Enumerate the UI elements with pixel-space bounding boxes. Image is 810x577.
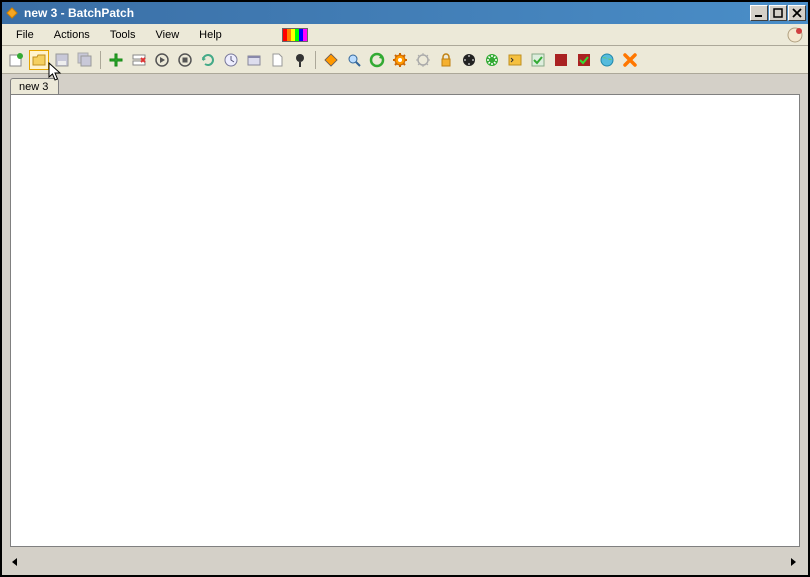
app-icon [4,5,20,21]
add-icon[interactable] [106,50,126,70]
menu-actions[interactable]: Actions [44,26,100,44]
gear-icon[interactable] [390,50,410,70]
console-icon[interactable] [505,50,525,70]
page-icon[interactable] [267,50,287,70]
menubar: File Actions Tools View Help [2,24,808,46]
refresh-icon[interactable] [198,50,218,70]
screenshot-icon[interactable] [244,50,264,70]
scroll-left-icon[interactable] [10,557,22,569]
window-controls [750,5,806,21]
app-window: new 3 - BatchPatch File Actions Tools Vi… [0,0,810,577]
check-red-icon[interactable] [574,50,594,70]
menu-view[interactable]: View [146,26,190,44]
close-button[interactable] [788,5,806,21]
save-all-icon[interactable] [75,50,95,70]
recycle-icon[interactable] [367,50,387,70]
tabs-area: new 3 [2,74,808,94]
minimize-button[interactable] [750,5,768,21]
loader-green-icon[interactable] [482,50,502,70]
loader-dark-icon[interactable] [459,50,479,70]
stop-red-icon[interactable] [551,50,571,70]
lock-icon[interactable] [436,50,456,70]
stop-icon[interactable] [175,50,195,70]
scroll-right-icon[interactable] [788,557,800,569]
menu-file[interactable]: File [6,26,44,44]
open-icon[interactable] [29,50,49,70]
new-grid-icon[interactable] [6,50,26,70]
grid-content-area[interactable] [10,94,800,547]
titlebar: new 3 - BatchPatch [2,2,808,24]
save-icon[interactable] [52,50,72,70]
sun-icon[interactable] [413,50,433,70]
zoom-icon[interactable] [344,50,364,70]
refresh-corner-icon[interactable] [786,26,804,44]
check-sheet-icon[interactable] [528,50,548,70]
clock-icon[interactable] [221,50,241,70]
maximize-button[interactable] [769,5,787,21]
play-icon[interactable] [152,50,172,70]
diamond-icon[interactable] [321,50,341,70]
color-palette-icon[interactable] [282,28,308,42]
globe-icon[interactable] [597,50,617,70]
close-orange-icon[interactable] [620,50,640,70]
menu-tools[interactable]: Tools [100,26,146,44]
horizontal-scroll [10,555,800,571]
delete-row-icon[interactable] [129,50,149,70]
toolbar [2,46,808,74]
window-title: new 3 - BatchPatch [24,6,750,20]
tab-new-3[interactable]: new 3 [10,78,59,95]
tab-label: new 3 [19,81,48,93]
pin-icon[interactable] [290,50,310,70]
menu-help[interactable]: Help [189,26,232,44]
